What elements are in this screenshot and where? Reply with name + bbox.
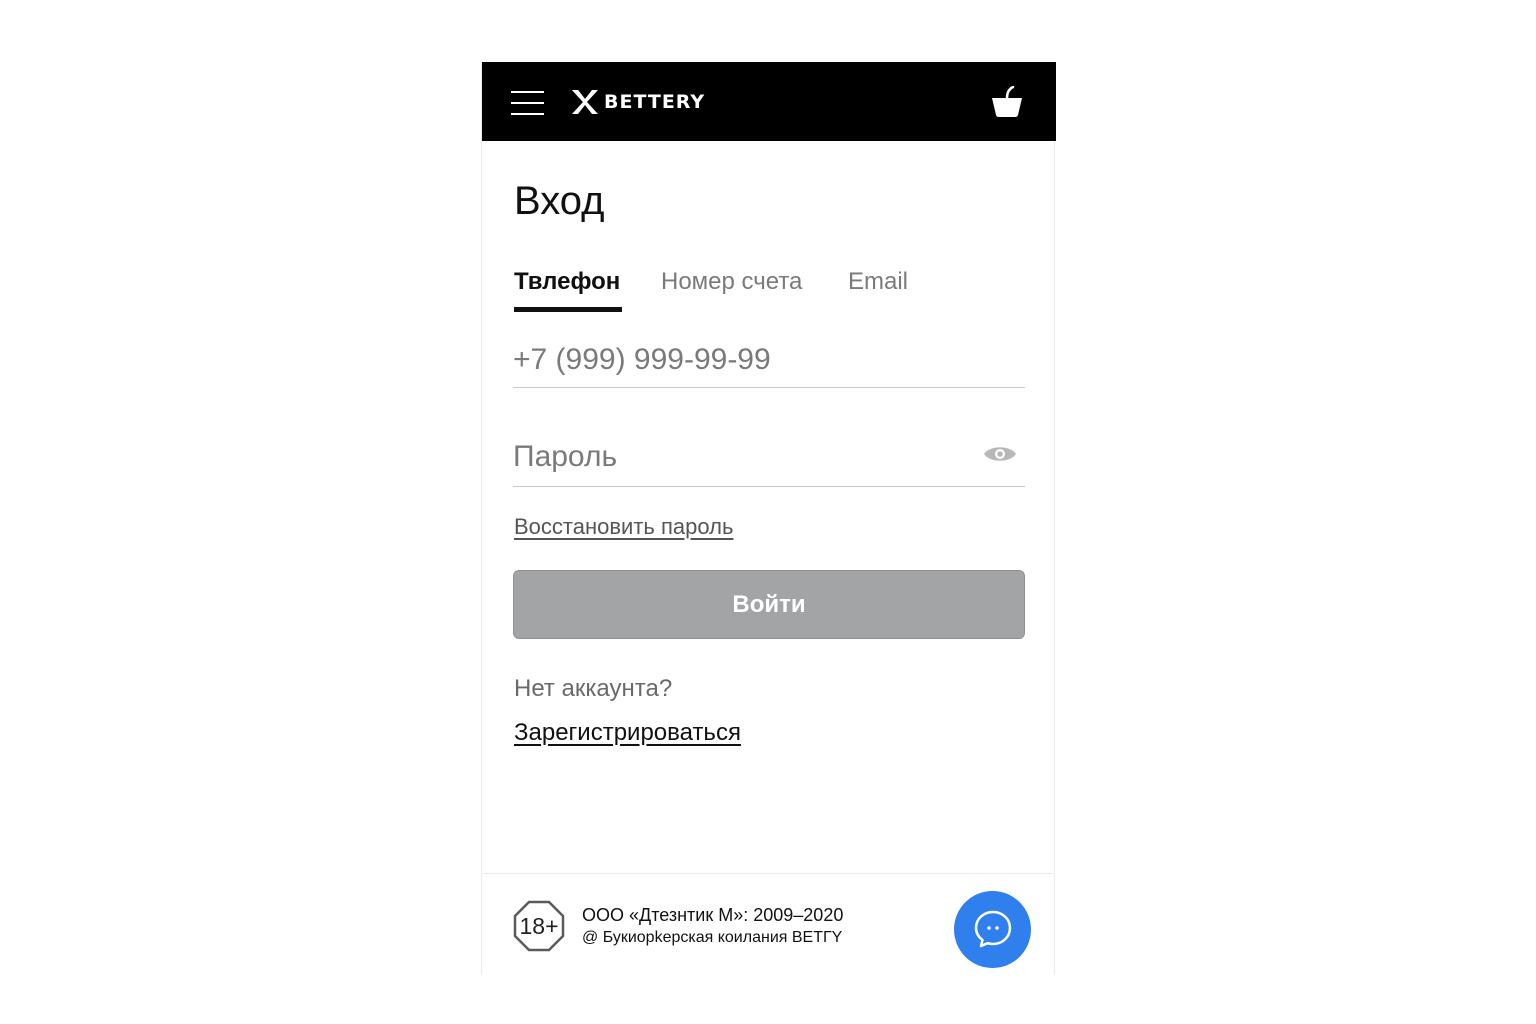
logo-text: BETTERY <box>604 91 706 113</box>
age-restriction-badge: 18+ <box>513 900 565 952</box>
footer: 18+ ООО «Дтезнтик М»: 2009–2020 @ Букиор… <box>482 873 1054 976</box>
top-navigation-bar: BETTERY <box>482 62 1056 141</box>
page-title: Вход <box>514 179 605 223</box>
chat-button[interactable] <box>954 891 1031 968</box>
password-field-wrapper <box>513 437 1025 487</box>
copyright-line-2: @ Букиорkерская коилания ВЕТГY <box>582 929 843 946</box>
restore-password-link[interactable]: Восстановить пароль <box>514 514 733 540</box>
no-account-text: Нет аккаунта? <box>514 675 673 702</box>
active-tab-indicator <box>514 307 622 312</box>
login-button[interactable]: Войти <box>513 570 1025 639</box>
bettery-logo[interactable]: BETTERY <box>570 88 705 116</box>
phone-field-wrapper <box>513 340 1025 388</box>
password-input[interactable] <box>513 437 953 477</box>
register-link[interactable]: Зарегистрироваться <box>514 719 741 747</box>
tab-phone[interactable]: Твлефон <box>514 262 620 302</box>
bettery-logo-mark-icon <box>572 90 598 114</box>
tab-account-number[interactable]: Номер счета <box>661 262 802 302</box>
hamburger-menu-icon[interactable] <box>511 89 545 117</box>
phone-input[interactable] <box>513 340 953 380</box>
chat-icon <box>974 910 1012 948</box>
copyright-line-1: ООО «Дтезнтик М»: 2009–2020 <box>582 905 844 925</box>
mobile-viewport: BETTERY Вход Твлефон Номер счета Email В… <box>481 62 1056 976</box>
copyright-block: ООО «Дтезнтик М»: 2009–2020 @ Букиорkерс… <box>582 904 843 950</box>
age-label: 18+ <box>519 913 559 939</box>
eye-icon[interactable] <box>983 443 1017 465</box>
tab-email[interactable]: Email <box>848 262 908 302</box>
basket-icon[interactable] <box>990 85 1024 118</box>
